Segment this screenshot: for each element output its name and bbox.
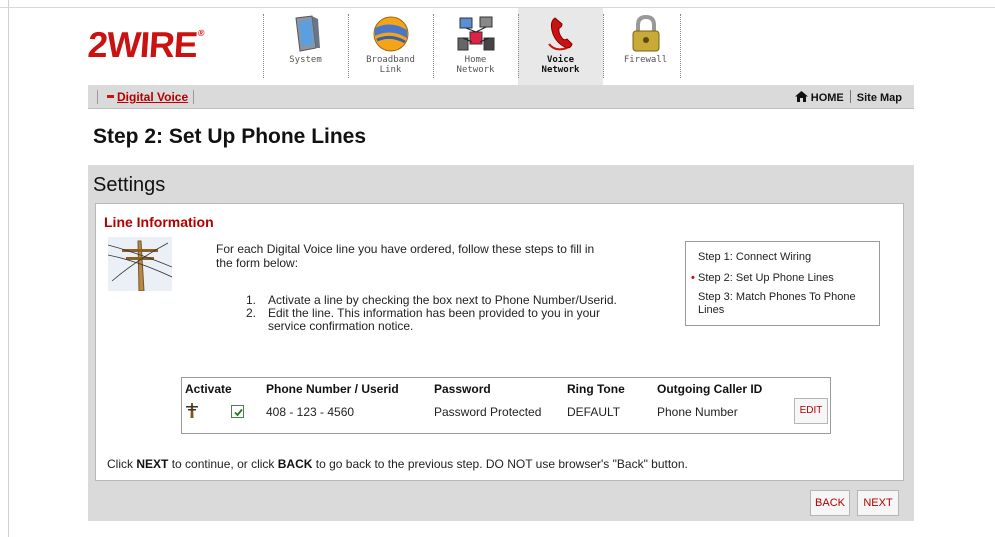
active-marker-icon (107, 95, 114, 99)
digital-voice-link[interactable]: Digital Voice (107, 90, 188, 104)
caller-id-cell: Phone Number (657, 405, 738, 419)
checkmark-icon (234, 408, 243, 417)
site-map-link[interactable]: Site Map (857, 92, 902, 104)
settings-title: Settings (93, 174, 166, 196)
footer-back-word: BACK (277, 457, 313, 471)
footer-text: to continue, or click (168, 457, 278, 471)
wizard-step-label: Step 2: Set Up Phone Lines (698, 272, 834, 284)
digital-voice-label: Digital Voice (117, 90, 189, 104)
current-step-bullet-icon: • (691, 272, 695, 284)
column-header-ring-tone: Ring Tone (567, 382, 625, 396)
intro-line: the form below: (216, 256, 299, 270)
nav-tab-home-network[interactable]: Home Network (433, 8, 518, 85)
footer-next-word: NEXT (136, 457, 169, 471)
wizard-step-1: Step 1: Connect Wiring (698, 251, 812, 263)
settings-panel: Settings Line Information For each Digit… (88, 165, 914, 521)
subnav-divider (193, 90, 194, 104)
subnav-divider (97, 90, 98, 104)
home-icon (794, 91, 808, 102)
nav-tab-label: Voice Network (541, 55, 580, 75)
broadband-globe-icon (373, 16, 408, 52)
back-button[interactable]: BACK (810, 490, 850, 516)
home-label: HOME (810, 92, 844, 104)
line-information-box: Line Information For each Digital Voice … (95, 203, 904, 481)
wizard-step-2-current: • Step 2: Set Up Phone Lines (691, 272, 873, 285)
phone-lines-table: Activate Phone Number / Userid Password … (181, 377, 831, 434)
footer-text: Click (107, 457, 137, 471)
subnav-divider (849, 90, 851, 103)
logo-trademark: ® (197, 28, 204, 38)
intro-text: For each Digital Voice line you have ord… (216, 242, 656, 270)
nav-tab-label: Broadband Link (366, 55, 415, 75)
edit-line-button[interactable]: EDIT (794, 398, 828, 424)
wizard-step-3: Step 3: Match Phones To Phone Lines (698, 291, 856, 316)
footer-text: to go back to the previous step. DO NOT … (312, 457, 688, 471)
intro-line: For each Digital Voice line you have ord… (216, 242, 595, 256)
activate-checkbox[interactable] (231, 405, 244, 418)
instruction-text: Activate a line by checking the box next… (268, 293, 617, 307)
next-button[interactable]: NEXT (857, 490, 899, 516)
ring-tone-cell: DEFAULT (567, 405, 621, 419)
phone-number-cell: 408 - 123 - 4560 (266, 405, 355, 419)
column-header-password: Password (434, 382, 491, 396)
sub-nav-bar: Digital Voice HOME Site Map (88, 85, 914, 109)
subnav-right-links: HOME Site Map (794, 90, 902, 104)
nav-tab-firewall[interactable]: Firewall (603, 8, 688, 85)
nav-separator (263, 14, 264, 78)
brand-logo[interactable]: 2WIRE® (87, 24, 205, 66)
home-link[interactable]: HOME (794, 91, 844, 104)
nav-tab-voice-network[interactable]: Voice Network (518, 8, 603, 85)
instruction-item: 2. Edit the line. This information has b… (246, 307, 656, 333)
nav-tab-label: Home Network (456, 55, 495, 75)
home-network-icon (457, 16, 494, 51)
nav-tab-system[interactable]: System (263, 8, 348, 85)
logo-text: 2WIRE (86, 24, 199, 65)
nav-tab-label: System (289, 55, 322, 65)
column-header-caller-id: Outgoing Caller ID (657, 382, 763, 396)
instruction-text: service confirmation notice. (268, 319, 414, 333)
page-title: Step 2: Set Up Phone Lines (93, 125, 367, 148)
firewall-lock-icon (632, 14, 659, 52)
main-nav: System Broadband Link Home Network Voice… (263, 8, 688, 85)
wizard-steps-box: Step 1: Connect Wiring • Step 2: Set Up P… (685, 241, 880, 326)
section-title: Line Information (104, 214, 214, 230)
system-icon (294, 15, 320, 52)
navigation-instructions: Click NEXT to continue, or click BACK to… (107, 457, 688, 471)
phone-line-pole-icon (186, 403, 198, 418)
voice-phone-icon (547, 17, 573, 51)
nav-tab-broadband-link[interactable]: Broadband Link (348, 8, 433, 85)
password-cell: Password Protected (434, 405, 542, 419)
page-left-border (8, 0, 9, 537)
column-header-phone-number: Phone Number / Userid (266, 382, 399, 396)
nav-separator (603, 14, 604, 78)
nav-tab-label: Firewall (623, 55, 668, 65)
column-header-activate: Activate (185, 382, 232, 396)
nav-separator (680, 14, 681, 78)
instructions-list: 1. Activate a line by checking the box n… (246, 294, 656, 333)
telephone-pole-icon (108, 237, 172, 291)
instruction-number: 2. (246, 306, 257, 320)
